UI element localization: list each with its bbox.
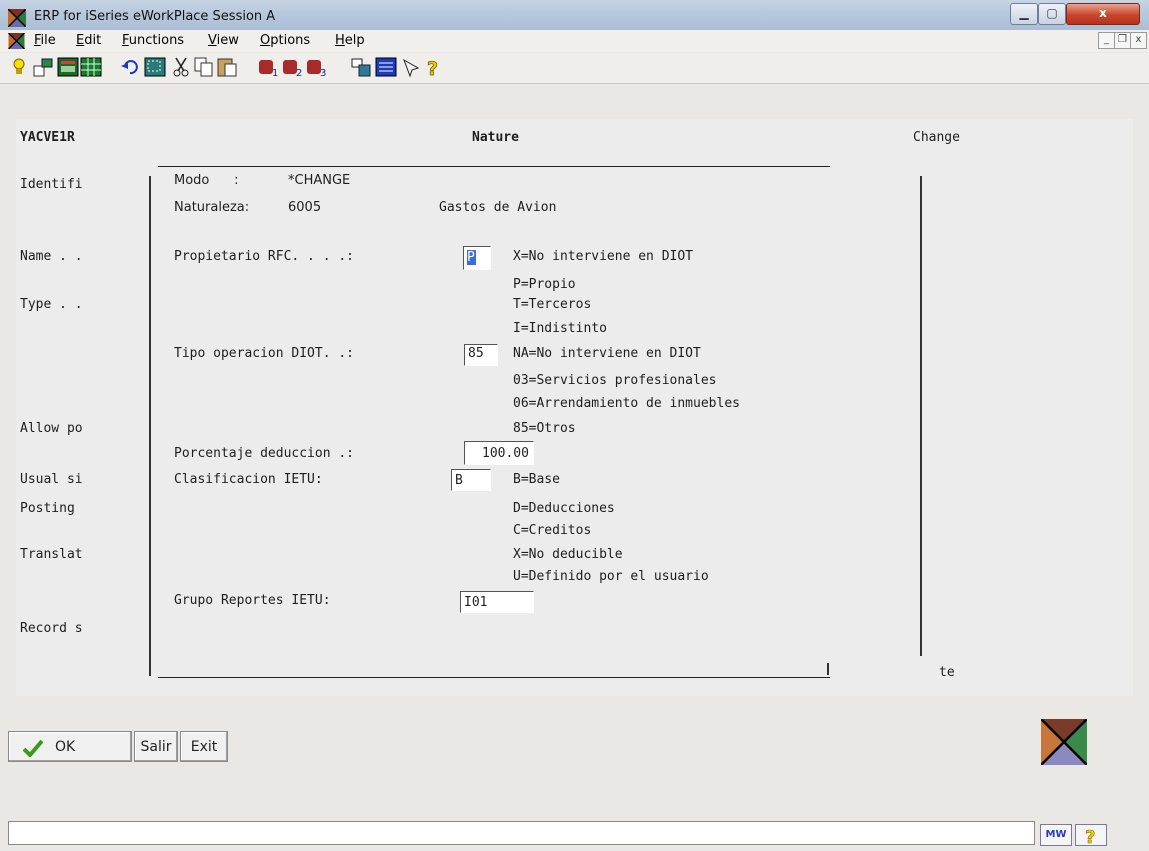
- screen-title: Nature: [472, 130, 519, 145]
- option-text: 06=Arrendamiento de inmuebles: [513, 396, 740, 411]
- menu-edit[interactable]: Edit: [76, 33, 101, 48]
- exit-button[interactable]: Exit: [180, 731, 228, 762]
- close-button[interactable]: x: [1066, 3, 1140, 25]
- close-icon: x: [1099, 6, 1107, 20]
- settings-icon[interactable]: [400, 56, 422, 78]
- program-id: YACVE1R: [20, 130, 75, 145]
- clasificacion-label: Clasificacion IETU:: [174, 472, 323, 487]
- menu-options[interactable]: Options: [260, 33, 310, 48]
- clasificacion-field[interactable]: B: [451, 469, 491, 491]
- popup-corner: [827, 663, 829, 675]
- lightbulb-icon[interactable]: [8, 56, 30, 78]
- undo-icon[interactable]: [119, 56, 141, 78]
- option-text: T=Terceros: [513, 297, 592, 312]
- help-icon: ?: [1085, 827, 1096, 845]
- svg-text:?: ?: [427, 58, 438, 78]
- svg-text:?: ?: [1085, 827, 1095, 845]
- hotspot-icon[interactable]: [350, 56, 372, 78]
- maximize-button[interactable]: ▢: [1038, 3, 1066, 25]
- option-text: I=Indistinto: [513, 321, 607, 336]
- status-bar: [8, 821, 1035, 845]
- ok-button[interactable]: OK: [8, 731, 132, 762]
- keypad-icon[interactable]: [375, 56, 397, 78]
- menu-file[interactable]: File: [34, 33, 56, 48]
- option-text: X=No interviene en DIOT: [513, 249, 694, 264]
- svg-text:3: 3: [320, 68, 326, 78]
- screen-icon[interactable]: [57, 56, 79, 78]
- option-text: 85=Otros: [513, 421, 576, 436]
- background-label: Allow po: [20, 421, 83, 436]
- application-window: ERP for iSeries eWorkPlace Session A ▁ ▢…: [0, 0, 1149, 851]
- modo-value: *CHANGE: [288, 173, 351, 188]
- option-text: D=Deducciones: [513, 501, 615, 516]
- background-label: Type . .: [20, 297, 83, 312]
- salir-label: Salir: [140, 739, 172, 755]
- background-label: Record s: [20, 621, 83, 636]
- popup-left-border: [149, 176, 151, 676]
- menu-view[interactable]: View: [208, 33, 239, 48]
- svg-text:2: 2: [296, 68, 302, 78]
- naturaleza-desc: Gastos de Avion: [439, 200, 557, 215]
- exit-label: Exit: [190, 739, 218, 755]
- help-icon[interactable]: ?: [422, 56, 444, 78]
- select-icon[interactable]: [144, 56, 166, 78]
- option-text: X=No deducible: [513, 547, 623, 562]
- checkmark-icon: [23, 739, 43, 757]
- minimize-button[interactable]: ▁: [1010, 3, 1038, 25]
- propietario-label: Propietario RFC. . . .:: [174, 249, 355, 264]
- option-text: B=Base: [513, 472, 560, 487]
- naturaleza-code: 6005: [288, 200, 322, 215]
- background-label: Posting: [20, 501, 75, 516]
- app-logo-icon: [8, 9, 26, 27]
- salir-button[interactable]: Salir: [134, 731, 178, 762]
- document-logo-icon[interactable]: [8, 33, 25, 49]
- option-text: U=Definido por el usuario: [513, 569, 709, 584]
- popup-right-border: [920, 176, 922, 656]
- macro3-icon[interactable]: 3: [305, 56, 327, 78]
- porcentaje-label: Porcentaje deduccion .:: [174, 446, 355, 461]
- tipo-operacion-label: Tipo operacion DIOT. .:: [174, 346, 355, 361]
- background-label: Identifi: [20, 177, 83, 192]
- ok-label: OK: [55, 739, 76, 755]
- connect-icon[interactable]: [32, 56, 54, 78]
- company-logo-icon: [1041, 719, 1087, 765]
- option-text: 03=Servicios profesionales: [513, 373, 717, 388]
- cut-icon[interactable]: [170, 56, 192, 78]
- help-status-button[interactable]: ?: [1075, 824, 1107, 846]
- option-text: C=Creditos: [513, 523, 592, 538]
- popup-bottom-border: [158, 677, 830, 678]
- background-label: Name . .: [20, 249, 83, 264]
- tipo-operacion-field[interactable]: 85: [464, 344, 498, 366]
- background-label: te: [939, 665, 955, 680]
- background-label: Usual si: [20, 472, 83, 487]
- spreadsheet-icon[interactable]: [80, 56, 102, 78]
- menu-functions[interactable]: Functions: [122, 33, 184, 48]
- paste-icon[interactable]: [216, 56, 238, 78]
- option-text: P=Propio: [513, 277, 576, 292]
- propietario-rfc-field[interactable]: P: [463, 246, 491, 270]
- mode-label: Change: [913, 130, 960, 145]
- macro1-icon[interactable]: 1: [257, 56, 279, 78]
- modo-label: Modo :: [174, 173, 239, 188]
- naturaleza-label: Naturaleza:: [174, 200, 250, 215]
- menu-help[interactable]: Help: [335, 33, 365, 48]
- mdi-restore-button[interactable]: ❐: [1114, 32, 1131, 49]
- option-text: NA=No interviene en DIOT: [513, 346, 701, 361]
- window-title: ERP for iSeries eWorkPlace Session A: [34, 9, 276, 24]
- mdi-minimize-button[interactable]: _: [1098, 32, 1115, 49]
- macro2-icon[interactable]: 2: [281, 56, 303, 78]
- toolbar: 1 2 3 ?: [0, 53, 1149, 84]
- grupo-reportes-field[interactable]: I01: [460, 591, 534, 613]
- grupo-reportes-label: Grupo Reportes IETU:: [174, 593, 331, 608]
- copy-icon[interactable]: [193, 56, 215, 78]
- svg-text:1: 1: [272, 68, 278, 78]
- background-label: Translat: [20, 547, 83, 562]
- terminal-screen[interactable]: YACVE1R Nature Change Identifi Name . . …: [16, 119, 1133, 696]
- popup-top-border: [158, 166, 830, 167]
- mdi-close-button[interactable]: x: [1130, 32, 1147, 49]
- mw-status-indicator[interactable]: MW: [1040, 824, 1072, 846]
- porcentaje-field[interactable]: 100.00: [464, 441, 534, 465]
- menu-bar: File Edit Functions View Options Help _ …: [0, 30, 1149, 52]
